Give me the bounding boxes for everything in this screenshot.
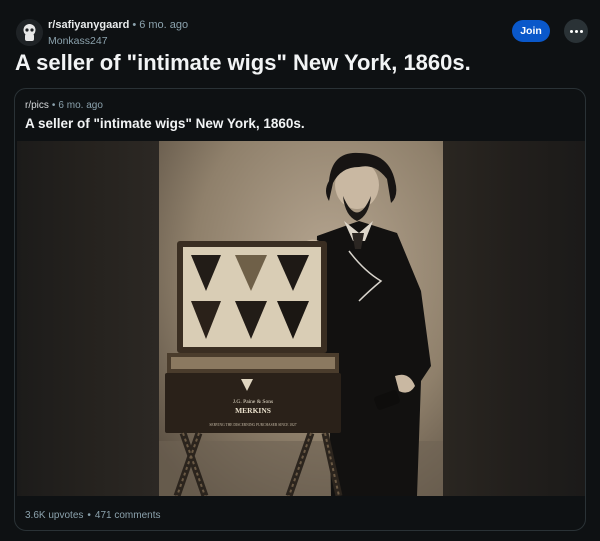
subreddit-link[interactable]: r/safiyanygaard — [48, 19, 129, 31]
crosspost-title[interactable]: A seller of "intimate wigs" New York, 18… — [25, 116, 305, 131]
post-meta: r/safiyanygaard • 6 mo. ago Monkass247 — [48, 20, 188, 47]
post-media[interactable]: J.G. Paine & Sons MERKINS SERVING THE DI… — [17, 141, 585, 496]
upvote-count[interactable]: 3.6K upvotes — [25, 510, 83, 521]
media-blur-right — [443, 141, 585, 496]
crosspost-subreddit-link[interactable]: r/pics — [25, 100, 49, 111]
separator-dot: • — [132, 19, 137, 31]
comment-count[interactable]: 471 comments — [95, 510, 161, 521]
join-button[interactable]: Join — [512, 20, 550, 42]
post-actions: 3.6K upvotes • 471 comments — [25, 510, 160, 521]
crosspost-card[interactable]: r/pics • 6 mo. ago A seller of "intimate w… — [14, 88, 586, 531]
case-maker-text: J.G. Paine & Sons — [233, 399, 273, 405]
subreddit-avatar-icon[interactable] — [16, 19, 43, 46]
crosspost-age: 6 mo. ago — [58, 100, 103, 111]
media-blur-left — [17, 141, 159, 496]
crosspost-meta: r/pics • 6 mo. ago — [25, 100, 103, 111]
post-age: 6 mo. ago — [139, 19, 189, 31]
case-product-text: MERKINS — [235, 406, 271, 415]
author-link[interactable]: Monkass247 — [48, 36, 188, 47]
separator-dot: • — [87, 510, 91, 521]
separator-dot: • — [51, 100, 56, 111]
vintage-photo: J.G. Paine & Sons MERKINS SERVING THE DI… — [159, 141, 443, 496]
post-title: A seller of "intimate wigs" New York, 18… — [15, 50, 471, 75]
ellipsis-icon[interactable] — [564, 19, 588, 43]
case-slogan-text: SERVING THE DISCERNING PURCHASER SINCE 1… — [209, 423, 296, 427]
post-header: r/safiyanygaard • 6 mo. ago Monkass247 Joi… — [14, 17, 590, 49]
